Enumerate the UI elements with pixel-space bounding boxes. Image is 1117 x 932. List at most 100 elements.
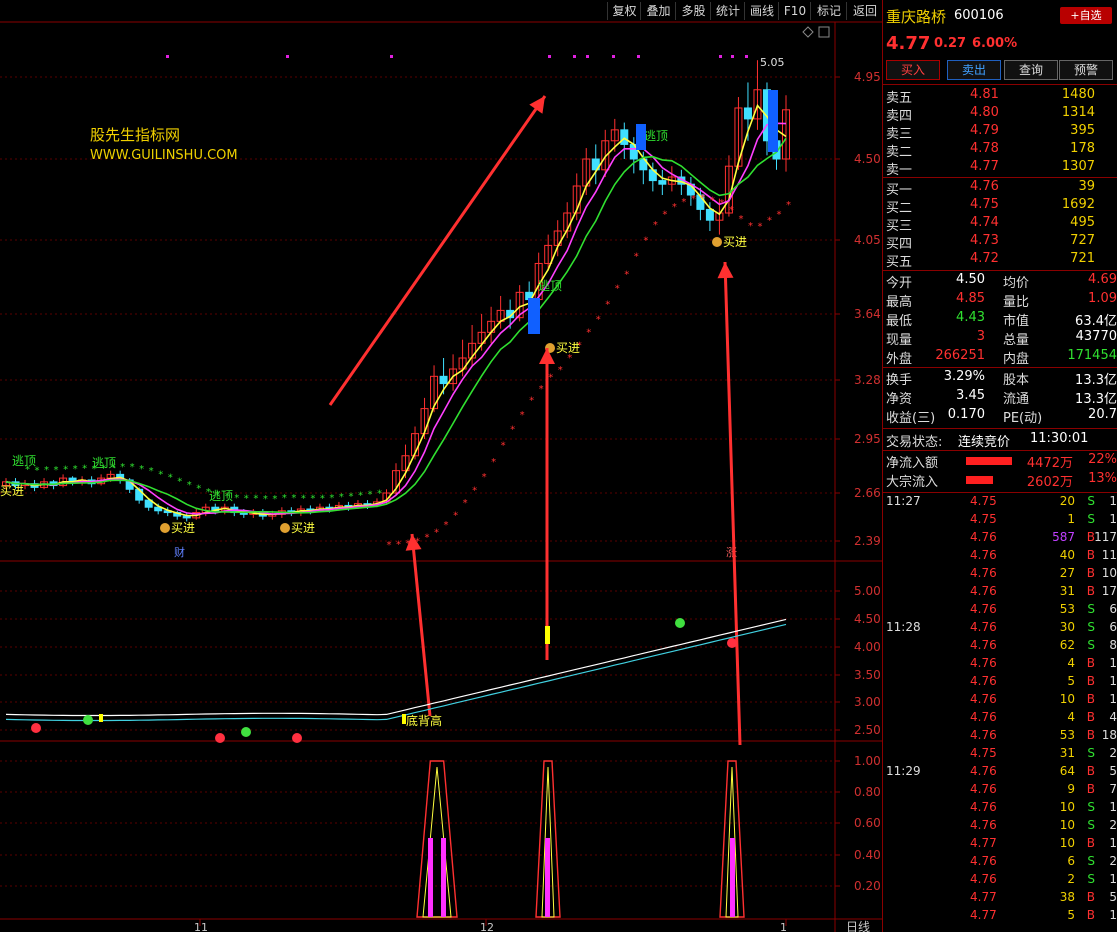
stop-dot: * <box>520 410 525 421</box>
stop-dot: * <box>386 540 391 551</box>
magenta-bar <box>428 838 433 917</box>
tick-side: B <box>1086 836 1095 850</box>
stop-dot: * <box>44 465 49 476</box>
stop-dot: * <box>615 283 620 294</box>
stop-dot: * <box>282 493 287 504</box>
stop-dot: * <box>329 493 334 504</box>
sub-tick-label: 0.40 <box>854 848 881 862</box>
stop-dot: * <box>73 464 78 475</box>
green-gem-icon <box>241 727 251 737</box>
tick-volume: 27 <box>1059 566 1075 580</box>
stop-dot: * <box>177 476 182 487</box>
stop-dot: * <box>624 269 629 280</box>
top-dot <box>731 55 734 58</box>
stop-dot: * <box>529 396 534 407</box>
separator <box>882 450 1117 451</box>
tick-time: 11:29 <box>886 764 921 778</box>
indicator-line-white <box>5 618 787 717</box>
tick-side: S <box>1087 872 1095 886</box>
cai-label: 财 <box>174 545 185 559</box>
stat-label: 外盘 <box>886 352 913 367</box>
stat-value: 4.69 <box>1088 272 1117 287</box>
high-price-label: 5.05 <box>760 56 785 69</box>
stat-value: 3.29% <box>943 369 985 384</box>
tick-volume: 5 <box>1067 908 1075 922</box>
top-dot <box>612 55 615 58</box>
bid-price: 4.75 <box>970 197 999 212</box>
stop-dot: * <box>367 489 372 500</box>
price-tick-label: 4.05 <box>854 233 881 247</box>
bid-volume: 39 <box>1078 179 1095 194</box>
flow-label: 净流入额 <box>886 456 939 471</box>
tick-row: 11:27 4.75 20 S 1 <box>886 494 1117 512</box>
signal-arrow-head <box>717 262 734 279</box>
tick-price: 4.76 <box>970 818 997 832</box>
magenta-bar <box>441 838 446 917</box>
tick-row: 4.76 40 B 11 <box>886 548 1117 566</box>
tick-price: 4.76 <box>970 602 997 616</box>
stat-value: 43770 <box>1075 329 1117 344</box>
tick-count: 1 <box>1109 908 1117 922</box>
tick-count: 1 <box>1109 674 1117 688</box>
stop-dot: * <box>719 198 724 209</box>
flow-row: 大宗流入 2602万 13% <box>886 471 1117 490</box>
tick-count: 6 <box>1109 620 1117 634</box>
price-tick-label: 2.39 <box>854 534 881 548</box>
tick-row: 4.76 9 B 7 <box>886 782 1117 800</box>
tick-price: 4.76 <box>970 638 997 652</box>
stop-dot: * <box>234 493 239 504</box>
bid-volume: 721 <box>1070 251 1095 266</box>
bid-volume: 495 <box>1070 215 1095 230</box>
candle-body <box>743 107 752 120</box>
tick-row: 4.76 53 S 6 <box>886 602 1117 620</box>
buy-button[interactable]: 买入 <box>886 60 940 80</box>
trade-status: 交易状态: 连续竞价 11:30:01 <box>886 431 1117 450</box>
tick-count: 1 <box>1109 656 1117 670</box>
tick-price: 4.76 <box>970 692 997 706</box>
ask-price: 4.77 <box>970 159 999 174</box>
tick-price: 4.76 <box>970 710 997 724</box>
stat-value: 4.50 <box>956 272 985 287</box>
tick-row: 4.76 4 B 1 <box>886 656 1117 674</box>
yellow-marker <box>545 626 550 644</box>
tick-volume: 53 <box>1059 602 1075 616</box>
tick-row: 4.75 1 S 1 <box>886 512 1117 530</box>
tick-volume: 10 <box>1059 800 1075 814</box>
sell-button[interactable]: 卖出 <box>947 60 1001 80</box>
stop-dot: * <box>244 494 249 505</box>
tick-volume: 1 <box>1067 512 1075 526</box>
tick-price: 4.77 <box>970 890 997 904</box>
stop-dot: * <box>310 493 315 504</box>
bid-label: 买四 <box>886 237 913 252</box>
bid-price: 4.74 <box>970 215 999 230</box>
tick-side: S <box>1087 512 1095 526</box>
tick-row: 4.75 31 S 2 <box>886 746 1117 764</box>
ind-tick-label: 4.50 <box>854 612 881 626</box>
ind-tick-label: 5.00 <box>854 584 881 598</box>
stat-label: 市值 <box>1003 314 1030 329</box>
stock-code: 600106 <box>954 8 1004 23</box>
stop-dot: * <box>444 520 449 531</box>
price-tick-label: 2.66 <box>854 486 881 500</box>
stop-dot: * <box>596 314 601 325</box>
tick-volume: 2 <box>1067 872 1075 886</box>
tick-row: 11:29 4.76 64 B 5 <box>886 764 1117 782</box>
ma-line-magenta <box>5 122 787 515</box>
tick-side: S <box>1087 800 1095 814</box>
separator <box>882 367 1117 368</box>
sub-tick-label: 0.60 <box>854 816 881 830</box>
stop-dot: * <box>643 235 648 246</box>
tick-volume: 6 <box>1067 854 1075 868</box>
red-gem-icon <box>292 733 302 743</box>
separator <box>882 84 1117 85</box>
tick-volume: 20 <box>1059 494 1075 508</box>
alert-button[interactable]: 预警 <box>1059 60 1113 80</box>
tick-volume: 53 <box>1059 728 1075 742</box>
stop-dot: * <box>196 484 201 495</box>
diamond-icon <box>802 26 814 38</box>
query-button[interactable]: 查询 <box>1004 60 1058 80</box>
period-label: 日线 <box>846 920 870 932</box>
add-watchlist-button[interactable]: +自选 <box>1060 7 1112 24</box>
highlight-bar <box>528 298 540 334</box>
trend-arrow <box>328 95 547 406</box>
